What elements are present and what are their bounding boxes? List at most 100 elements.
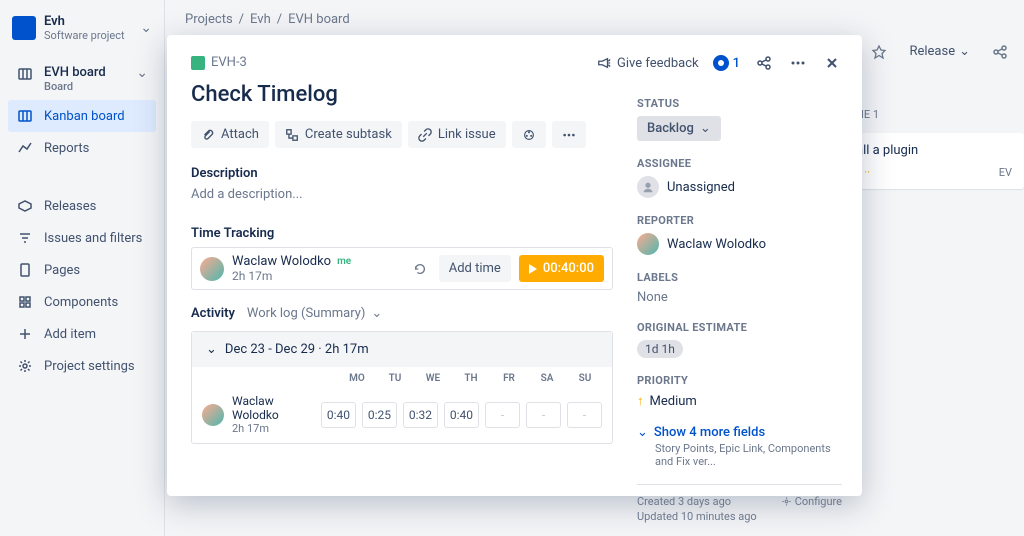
time-tracking-row: Waclaw Wolodko me 2h 17m Add time 00:40:…	[191, 247, 613, 290]
worklog-group: ⌄ Dec 23 - Dec 29 · 2h 17m MO TU WE TH F…	[191, 331, 613, 444]
give-feedback-button[interactable]: Give feedback	[597, 56, 699, 71]
day-cell[interactable]: -	[567, 402, 602, 428]
sidebar-item-issues[interactable]: Issues and filters	[8, 222, 156, 254]
reporter-field[interactable]: Waclaw Wolodko	[637, 233, 842, 255]
sidebar-item-label: Components	[44, 295, 118, 310]
link-issue-button[interactable]: Link issue	[408, 121, 506, 148]
day-cell[interactable]: -	[485, 402, 520, 428]
assignee-label: ASSIGNEE	[637, 157, 842, 170]
story-icon	[191, 56, 205, 70]
sidebar-item-reports[interactable]: Reports	[8, 132, 156, 164]
sidebar-item-pages[interactable]: Pages	[8, 254, 156, 286]
attachment-icon	[201, 128, 215, 142]
link-label: Link issue	[438, 127, 496, 142]
day-header: TH	[454, 373, 488, 384]
sidebar-item-add[interactable]: Add item	[8, 318, 156, 350]
estimate-badge[interactable]: 1d 1h	[637, 340, 683, 358]
chevron-down-icon: ⌄	[700, 121, 711, 136]
chevron-down-icon: ⌄	[206, 342, 217, 357]
reporter-label: REPORTER	[637, 214, 842, 227]
description-label: Description	[191, 166, 613, 181]
sidebar-item-label: Pages	[44, 263, 80, 278]
sidebar-item-label: Reports	[44, 141, 89, 156]
labels-field[interactable]: None	[637, 290, 842, 305]
breadcrumb-item[interactable]: Projects	[185, 12, 233, 27]
create-subtask-button[interactable]: Create subtask	[275, 121, 402, 148]
timer-button[interactable]: 00:40:00	[519, 255, 604, 282]
show-more-label: Show 4 more fields	[654, 425, 765, 440]
worklog-user-total: 2h 17m	[232, 422, 315, 435]
breadcrumb: Projects / Evh / EVH board	[185, 12, 1004, 27]
priority-value: Medium	[650, 394, 697, 409]
board-icon	[16, 65, 34, 83]
project-switcher[interactable]: Evh Software project ⌄	[0, 8, 164, 54]
chevron-down-icon: ⌄	[140, 20, 152, 36]
description-field[interactable]: Add a description...	[191, 187, 613, 202]
show-more-fields-button[interactable]: ⌄ Show 4 more fields	[637, 425, 842, 440]
sidebar-item-releases[interactable]: Releases	[8, 190, 156, 222]
page-icon	[16, 261, 34, 279]
sidebar-item-components[interactable]: Components	[8, 286, 156, 318]
breadcrumb-item[interactable]: Evh	[250, 12, 271, 27]
show-more-sub: Story Points, Epic Link, Components and …	[655, 442, 842, 468]
component-icon	[16, 293, 34, 311]
ship-icon	[16, 197, 34, 215]
sidebar-item-settings[interactable]: Project settings	[8, 350, 156, 382]
add-time-button[interactable]: Add time	[439, 255, 511, 282]
sidebar-item-label: Project settings	[44, 359, 135, 374]
day-cell[interactable]: 0:32	[403, 402, 438, 428]
day-cell[interactable]: 0:40	[321, 402, 356, 428]
gear-icon	[781, 496, 792, 507]
card-key: EV	[999, 166, 1012, 179]
day-header: FR	[492, 373, 526, 384]
configure-button[interactable]: Configure	[781, 495, 842, 508]
release-label: Release	[909, 44, 955, 59]
assignee-field[interactable]: Unassigned	[637, 176, 842, 198]
attach-label: Attach	[221, 127, 259, 142]
apps-button[interactable]	[512, 121, 546, 148]
more-icon[interactable]	[788, 53, 808, 73]
filter-icon	[16, 229, 34, 247]
kanban-icon	[16, 107, 34, 125]
breadcrumb-item[interactable]: EVH board	[288, 12, 350, 27]
more-actions-button[interactable]	[552, 121, 586, 148]
attach-button[interactable]: Attach	[191, 121, 269, 148]
worklog-user-name: Waclaw Wolodko	[232, 394, 315, 422]
assignee-value: Unassigned	[667, 180, 735, 195]
sidebar: Evh Software project ⌄ EVH board Board ⌄…	[0, 0, 165, 536]
star-icon[interactable]	[871, 44, 887, 60]
activity-filter-dropdown[interactable]: Work log (Summary) ⌄	[247, 306, 382, 321]
day-cell[interactable]: 0:25	[362, 402, 397, 428]
sidebar-item-kanban[interactable]: Kanban board	[8, 100, 156, 132]
day-cell[interactable]: -	[526, 402, 561, 428]
subtask-icon	[285, 128, 299, 142]
project-name: Evh	[44, 14, 132, 29]
megaphone-icon	[597, 56, 611, 70]
chevron-down-icon: ⌄	[371, 306, 382, 321]
issue-modal: Give feedback 1 EVH-3 Check Timelog A	[167, 35, 862, 496]
tt-user-name: Waclaw Wolodko	[232, 254, 331, 269]
release-button[interactable]: Release ⌄	[899, 38, 980, 65]
chevron-down-icon: ⌄	[959, 44, 970, 59]
user-avatar	[202, 404, 224, 426]
activity-label: Activity	[191, 306, 235, 321]
watch-button[interactable]: 1	[713, 55, 740, 71]
issue-key-link[interactable]: EVH-3	[191, 55, 613, 70]
share-icon[interactable]	[754, 53, 774, 73]
refresh-icon[interactable]	[409, 258, 431, 280]
project-logo-icon	[12, 16, 36, 40]
close-icon[interactable]	[822, 53, 842, 73]
card[interactable]: all a plugin ↑ ·· EV	[844, 133, 1024, 189]
issue-title[interactable]: Check Timelog	[191, 82, 613, 107]
sidebar-item-board[interactable]: EVH board Board ⌄	[8, 58, 156, 100]
day-header: TU	[378, 373, 412, 384]
chevron-down-icon: ⌄	[637, 425, 648, 440]
day-cell[interactable]: 0:40	[444, 402, 479, 428]
day-header: SA	[530, 373, 564, 384]
priority-field[interactable]: ↑ Medium	[637, 393, 842, 409]
worklog-summary-row[interactable]: ⌄ Dec 23 - Dec 29 · 2h 17m	[192, 332, 612, 367]
sidebar-item-label: Add item	[44, 327, 96, 342]
status-dropdown[interactable]: Backlog ⌄	[637, 116, 721, 141]
watch-count: 1	[733, 56, 740, 71]
share-icon[interactable]	[992, 44, 1008, 60]
